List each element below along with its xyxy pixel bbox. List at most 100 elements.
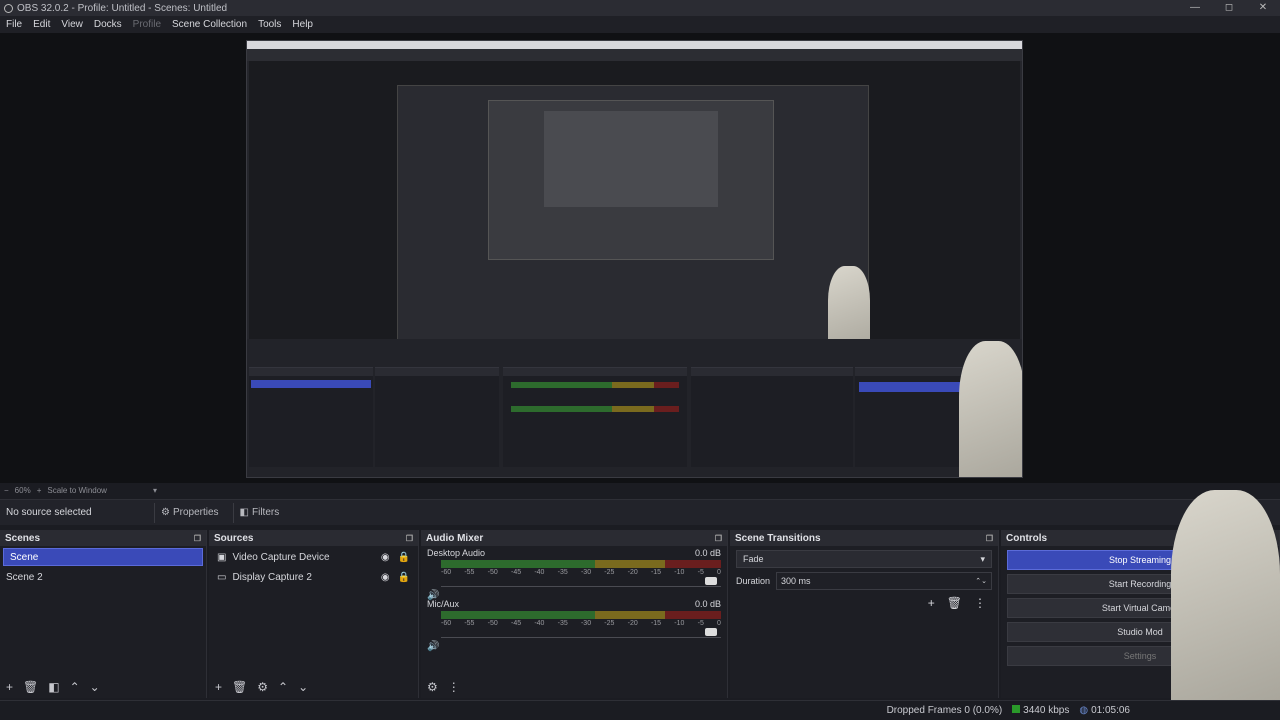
slider-handle[interactable] bbox=[705, 577, 717, 585]
scenes-title: Scenes bbox=[5, 532, 41, 544]
mixer-channel: Desktop Audio 0.0 dB -60 -55 -50 -45 -40 -35-… bbox=[421, 546, 727, 601]
chevron-down-icon[interactable]: ▾ bbox=[153, 486, 157, 495]
menu-help[interactable]: Help bbox=[292, 19, 313, 30]
nested-menu-bar bbox=[247, 49, 1022, 61]
transitions-title: Scene Transitions bbox=[735, 532, 821, 544]
add-icon[interactable]: + bbox=[6, 680, 13, 694]
float-dock-icon[interactable]: ❐ bbox=[715, 534, 722, 543]
meter-scale: -60 -55 -50 -45 -40 -35 -30 -25 -20 -15 -10 -5 0 bbox=[441, 569, 721, 576]
minimize-button[interactable]: — bbox=[1178, 0, 1212, 16]
menu-view[interactable]: View bbox=[61, 19, 83, 30]
duration-row: Duration 300 ms ⌃⌄ bbox=[736, 572, 992, 590]
duration-spinbox[interactable]: 300 ms ⌃⌄ bbox=[776, 572, 992, 590]
scenes-footer: + 🗑 ◧ ⌃ ⌄ bbox=[0, 676, 206, 698]
plus-icon[interactable]: + bbox=[37, 486, 42, 495]
lock-icon[interactable]: 🔒 bbox=[398, 552, 410, 563]
spin-arrows-icon[interactable]: ⌃⌄ bbox=[975, 577, 987, 585]
stream-time: ◍ 01:05:06 bbox=[1079, 705, 1130, 716]
obs-logo-icon bbox=[4, 3, 13, 13]
webcam-person-image bbox=[959, 341, 1022, 477]
duration-label: Duration bbox=[736, 576, 771, 586]
float-dock-icon[interactable]: ❐ bbox=[406, 534, 413, 543]
gear-icon: ⚙ bbox=[161, 507, 170, 518]
maximize-button[interactable]: ◻ bbox=[1212, 0, 1246, 16]
arrow-down-icon[interactable]: ⌄ bbox=[90, 680, 100, 694]
scale-mode-select[interactable]: Scale to Window bbox=[47, 486, 107, 495]
audio-mixer-dock: Audio Mixer ❐ Desktop Audio 0.0 dB -60 -5… bbox=[421, 530, 728, 698]
source-label: Display Capture 2 bbox=[232, 571, 312, 583]
preview-canvas[interactable] bbox=[246, 40, 1023, 478]
scene-item[interactable]: Scene bbox=[3, 548, 203, 566]
float-dock-icon[interactable]: ❐ bbox=[986, 534, 993, 543]
arrow-up-icon[interactable]: ⌃ bbox=[278, 680, 288, 694]
broadcast-icon: ◍ bbox=[1079, 705, 1089, 716]
transitions-header: Scene Transitions ❐ bbox=[730, 530, 998, 546]
eye-icon[interactable]: ◉ bbox=[381, 572, 390, 583]
add-icon[interactable]: + bbox=[215, 680, 222, 694]
webcam-person-image bbox=[1171, 490, 1280, 700]
nested-preview-canvas-level-4 bbox=[544, 111, 718, 207]
filters-label: Filters bbox=[252, 507, 280, 518]
volume-slider[interactable] bbox=[441, 577, 721, 587]
speaker-icon[interactable]: 🔊 bbox=[427, 641, 439, 652]
scenes-header: Scenes ❐ bbox=[0, 530, 206, 546]
nested-transitions-dock bbox=[691, 367, 853, 467]
menu-scene-collection[interactable]: Scene Collection bbox=[172, 19, 247, 30]
transition-actions: + 🗑 ⋮ bbox=[730, 596, 986, 610]
trash-icon[interactable]: 🗑 bbox=[232, 680, 247, 694]
filter-icon[interactable]: ◧ bbox=[48, 680, 59, 694]
scene-transitions-dock: Scene Transitions ❐ Fade ▾ Duration 300 … bbox=[730, 530, 999, 698]
signal-icon bbox=[1012, 705, 1021, 713]
sources-header: Sources ❐ bbox=[209, 530, 418, 546]
scene-item[interactable]: Scene 2 bbox=[0, 568, 206, 586]
add-icon[interactable]: + bbox=[928, 596, 935, 610]
trash-icon[interactable]: 🗑 bbox=[947, 596, 962, 610]
volume-meter bbox=[441, 560, 721, 568]
kebab-menu-icon[interactable]: ⋮ bbox=[974, 596, 986, 610]
slider-handle[interactable] bbox=[705, 628, 717, 636]
window-controls: — ◻ ✕ bbox=[1178, 0, 1280, 16]
close-button[interactable]: ✕ bbox=[1246, 0, 1280, 16]
arrow-up-icon[interactable]: ⌃ bbox=[70, 680, 80, 694]
sources-title: Sources bbox=[214, 532, 254, 544]
trash-icon[interactable]: 🗑 bbox=[23, 680, 38, 694]
properties-button[interactable]: ⚙ Properties bbox=[154, 502, 225, 523]
transition-select[interactable]: Fade ▾ bbox=[736, 550, 992, 568]
meter-scale: -60 -55 -50 -45 -40 -35 -30 -25 -20 -15 -10 -5 0 bbox=[441, 620, 721, 627]
source-item[interactable]: ▣ Video Capture Device ◉ 🔒 bbox=[209, 548, 418, 566]
properties-label: Properties bbox=[172, 507, 219, 518]
zoom-level: 60% bbox=[14, 485, 31, 495]
eye-icon[interactable]: ◉ bbox=[381, 552, 390, 563]
nested-docks bbox=[247, 339, 1022, 477]
preview-area[interactable] bbox=[0, 33, 1280, 483]
menu-profile[interactable]: Profile bbox=[133, 19, 161, 30]
menu-tools[interactable]: Tools bbox=[258, 19, 281, 30]
lock-icon[interactable]: 🔒 bbox=[398, 572, 410, 583]
minus-icon[interactable]: − bbox=[4, 486, 9, 495]
gear-icon[interactable]: ⚙ bbox=[257, 680, 268, 694]
camera-icon: ▣ bbox=[217, 551, 227, 563]
menu-edit[interactable]: Edit bbox=[33, 19, 50, 30]
source-item[interactable]: ▭ Display Capture 2 ◉ 🔒 bbox=[209, 568, 418, 586]
duration-value: 300 ms bbox=[781, 576, 811, 586]
scenes-dock: Scenes ❐ Scene Scene 2 + 🗑 ◧ ⌃ ⌄ bbox=[0, 530, 207, 698]
arrow-down-icon[interactable]: ⌄ bbox=[298, 680, 308, 694]
dropped-frames: Dropped Frames 0 (0.0%) bbox=[886, 705, 1003, 716]
menu-file[interactable]: File bbox=[6, 19, 22, 30]
mixer-settings-icon[interactable]: ⚙ bbox=[427, 680, 438, 694]
nested-preview-canvas bbox=[397, 85, 870, 352]
no-source-label: No source selected bbox=[6, 507, 92, 518]
filter-icon: ◧ bbox=[239, 507, 249, 518]
float-dock-icon[interactable]: ❐ bbox=[194, 534, 201, 543]
audio-mixer-title: Audio Mixer bbox=[426, 532, 484, 544]
audio-mixer-footer: ⚙ ⋮ bbox=[421, 676, 727, 698]
channel-level: 0.0 dB bbox=[694, 599, 721, 609]
mixer-channel: Mic/Aux 0.0 dB -60 -55 -50 -45 -40 -35 -30 -25-… bbox=[421, 597, 727, 652]
volume-slider[interactable] bbox=[441, 628, 721, 638]
filters-button[interactable]: ◧ Filters bbox=[232, 502, 286, 523]
menu-docks[interactable]: Docks bbox=[94, 19, 122, 30]
transition-selected: Fade bbox=[743, 554, 764, 564]
kebab-menu-icon[interactable]: ⋮ bbox=[448, 680, 460, 694]
sources-footer: + 🗑 ⚙ ⌃ ⌄ bbox=[209, 676, 418, 698]
monitor-icon: ▭ bbox=[217, 571, 227, 583]
